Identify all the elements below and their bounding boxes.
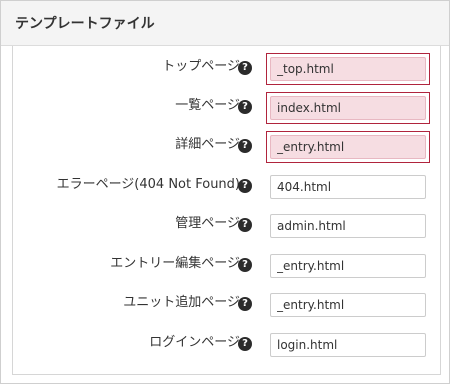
help-icon[interactable]: ? xyxy=(238,61,252,75)
index-page-input[interactable] xyxy=(270,96,426,120)
unit-add-page-label: ユニット追加ページ xyxy=(123,295,240,310)
template-files-form: トップページ ? 一覧ページ ? 詳細ページ ? エラーページ(404 Not … xyxy=(12,46,441,375)
top-page-input[interactable] xyxy=(270,57,426,81)
help-icon[interactable]: ? xyxy=(238,297,252,311)
template-files-panel: テンプレートファイル トップページ ? 一覧ページ ? 詳細ページ ? エラーペ… xyxy=(0,0,450,384)
panel-title: テンプレートファイル xyxy=(1,1,449,46)
admin-page-field-wrap xyxy=(266,210,430,242)
unit-add-page-input[interactable] xyxy=(270,293,426,317)
row-entry-edit-page: エントリー編集ページ ? xyxy=(13,250,440,289)
help-icon[interactable]: ? xyxy=(238,100,252,114)
row-admin-page: 管理ページ ? xyxy=(13,210,440,249)
entry-edit-page-input[interactable] xyxy=(270,254,426,278)
help-icon[interactable]: ? xyxy=(238,139,252,153)
error-page-field-wrap xyxy=(266,171,430,203)
login-page-field-wrap xyxy=(266,329,430,361)
row-index-page: 一覧ページ ? xyxy=(13,92,440,131)
top-page-field-wrap xyxy=(266,53,430,85)
login-page-input[interactable] xyxy=(270,333,426,357)
row-top-page: トップページ ? xyxy=(13,53,440,92)
admin-page-input[interactable] xyxy=(270,214,426,238)
detail-page-field-wrap xyxy=(266,131,430,163)
error-page-label: エラーページ(404 Not Found) xyxy=(56,177,240,192)
help-icon[interactable]: ? xyxy=(238,258,252,272)
unit-add-page-field-wrap xyxy=(266,289,430,321)
entry-edit-page-field-wrap xyxy=(266,250,430,282)
detail-page-label: 詳細ページ xyxy=(175,137,240,152)
help-icon[interactable]: ? xyxy=(238,337,252,351)
index-page-field-wrap xyxy=(266,92,430,124)
error-page-input[interactable] xyxy=(270,175,426,199)
detail-page-input[interactable] xyxy=(270,135,426,159)
help-icon[interactable]: ? xyxy=(238,179,252,193)
index-page-label: 一覧ページ xyxy=(175,98,240,113)
row-detail-page: 詳細ページ ? xyxy=(13,131,440,170)
row-error-page: エラーページ(404 Not Found) ? xyxy=(13,171,440,210)
row-login-page: ログインページ ? xyxy=(13,329,440,368)
help-icon[interactable]: ? xyxy=(238,218,252,232)
admin-page-label: 管理ページ xyxy=(175,216,240,231)
row-unit-add-page: ユニット追加ページ ? xyxy=(13,289,440,328)
login-page-label: ログインページ xyxy=(149,335,240,350)
entry-edit-page-label: エントリー編集ページ xyxy=(110,256,240,271)
top-page-label: トップページ xyxy=(162,59,240,74)
